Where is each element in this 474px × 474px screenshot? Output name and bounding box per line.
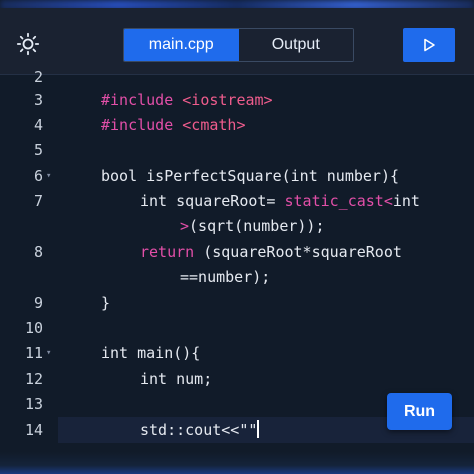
code-text: #include <cmath> — [101, 113, 246, 138]
include-target: <iostream> — [182, 91, 273, 109]
tab-output[interactable]: Output — [238, 29, 353, 61]
code-line: 10 — [0, 316, 474, 341]
code-editor-screen: main.cpp Output 2 3 #include <iostream> … — [0, 0, 474, 474]
fold-arrow-icon[interactable]: ▾ — [46, 341, 51, 366]
include-target: <cmath> — [182, 116, 246, 134]
code-text: #include <iostream> — [101, 88, 273, 113]
code-line-wrapped: ==number); — [0, 265, 474, 290]
line-number: 6 — [33, 167, 43, 185]
code-line: 2 — [0, 65, 474, 90]
play-button[interactable] — [403, 28, 455, 62]
play-icon — [424, 38, 435, 52]
line-number: 7 — [33, 192, 43, 210]
code-line: 8 return (squareRoot*squareRoot — [0, 240, 474, 265]
line-number: 13 — [24, 395, 43, 413]
bottom-glow — [0, 452, 474, 474]
preprocessor-directive: #include — [101, 116, 174, 134]
code-text: } — [101, 294, 111, 312]
code-text: return (squareRoot*squareRoot — [140, 240, 402, 265]
code-line: 6 ▾ bool isPerfectSquare(int number){ — [0, 164, 474, 189]
code-text: int main(){ — [101, 344, 201, 362]
code-token: (sqrt(number)); — [189, 217, 325, 235]
code-line: 12 int num; — [0, 367, 474, 392]
code-line: 9 } — [0, 291, 474, 316]
code-line: 5 — [0, 138, 474, 163]
code-text: int squareRoot= static_cast<int — [140, 189, 420, 214]
code-text: bool isPerfectSquare(int number){ — [101, 167, 400, 185]
cast-keyword: static_cast< — [284, 192, 393, 210]
run-button[interactable]: Run — [387, 393, 452, 430]
code-line: 3 #include <iostream> — [0, 88, 474, 113]
code-line: 11 ▾ int main(){ — [0, 341, 474, 366]
code-line-wrapped: >(sqrt(number)); — [0, 214, 474, 239]
code-token: int — [392, 192, 420, 210]
code-token: (squareRoot*squareRoot — [194, 243, 402, 261]
line-number: 9 — [33, 294, 43, 312]
line-number: 3 — [33, 91, 43, 109]
line-number: 10 — [24, 319, 43, 337]
text-cursor — [257, 420, 260, 438]
fold-arrow-icon[interactable]: ▾ — [46, 164, 51, 189]
cast-keyword: > — [180, 217, 190, 235]
code-text: >(sqrt(number)); — [180, 214, 325, 239]
preprocessor-directive: #include — [101, 91, 174, 109]
file-tabs: main.cpp Output — [123, 28, 354, 62]
code-text: int num; — [140, 370, 213, 388]
code-line: 4 #include <cmath> — [0, 113, 474, 138]
line-number: 14 — [24, 421, 43, 439]
line-number: 8 — [33, 243, 43, 261]
theme-toggle-button[interactable] — [14, 30, 42, 58]
code-text: ==number); — [180, 268, 271, 286]
sun-icon — [16, 32, 40, 56]
return-keyword: return — [140, 243, 195, 261]
line-number: 12 — [24, 370, 43, 388]
line-number: 2 — [33, 68, 43, 86]
code-text: std::cout<<"" — [140, 418, 260, 443]
line-number: 5 — [33, 141, 43, 159]
tab-main-cpp[interactable]: main.cpp — [124, 29, 239, 61]
code-token: int squareRoot= — [140, 192, 285, 210]
code-line: 7 int squareRoot= static_cast<int — [0, 189, 474, 214]
line-number: 4 — [33, 116, 43, 134]
code-token: std::cout<<"" — [140, 421, 258, 439]
line-number: 11 — [24, 344, 43, 362]
